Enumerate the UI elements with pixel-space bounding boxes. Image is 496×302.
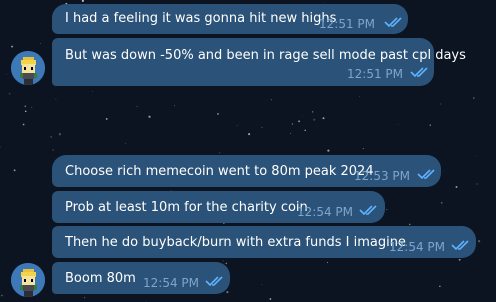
- star: [473, 97, 475, 99]
- message-bubble[interactable]: Choose rich memecoin went to 80m peak 20…: [52, 155, 441, 187]
- star: [302, 115, 303, 117]
- message-time: 12:53 PM: [354, 169, 410, 183]
- star: [50, 135, 53, 138]
- star: [11, 45, 14, 48]
- star: [52, 149, 54, 151]
- message-time: 12:51 PM: [319, 17, 375, 31]
- star: [261, 126, 263, 128]
- star: [458, 258, 461, 261]
- message-time: 12:54 PM: [297, 205, 353, 219]
- star: [397, 124, 399, 125]
- message-text: I had a feeling it was gonna hit new hig…: [65, 11, 337, 26]
- double-check-icon: [205, 276, 223, 287]
- star: [441, 202, 443, 204]
- star: [290, 132, 291, 134]
- star: [105, 117, 108, 120]
- star: [92, 91, 93, 93]
- star: [304, 129, 306, 132]
- message-time: 12:51 PM: [347, 67, 403, 81]
- star: [455, 185, 458, 189]
- message-text: Boom 80m: [65, 271, 136, 286]
- star: [31, 106, 33, 108]
- star: [174, 105, 175, 107]
- star: [236, 124, 238, 126]
- star: [475, 155, 477, 156]
- double-check-icon: [384, 17, 402, 28]
- pixel-character-avatar-icon[interactable]: [11, 263, 45, 297]
- star: [313, 118, 316, 121]
- star: [429, 124, 431, 126]
- message-time: 12:54 PM: [389, 240, 445, 254]
- star: [362, 148, 364, 150]
- star: [312, 111, 314, 113]
- message-time: 12:54 PM: [143, 276, 199, 290]
- message-bubble[interactable]: Then he do buyback/burn with extra funds…: [52, 226, 476, 258]
- star: [40, 42, 41, 44]
- star: [1, 294, 3, 297]
- star: [477, 240, 481, 243]
- star: [226, 291, 229, 294]
- star: [58, 133, 62, 136]
- double-check-icon: [451, 240, 469, 251]
- star: [13, 169, 16, 172]
- star: [217, 113, 219, 115]
- star: [136, 105, 138, 108]
- star: [148, 115, 151, 118]
- star: [386, 208, 388, 210]
- star: [408, 223, 411, 226]
- star: [83, 297, 86, 299]
- star: [225, 262, 228, 265]
- double-check-icon: [359, 205, 377, 216]
- message-text: Choose rich memecoin went to 80m peak 20…: [65, 164, 374, 179]
- star: [6, 73, 8, 75]
- star: [219, 152, 221, 154]
- star: [327, 149, 330, 152]
- message-bubble[interactable]: Boom 80m 12:54 PM: [52, 262, 230, 294]
- star: [125, 142, 127, 144]
- pixel-character-avatar-icon[interactable]: [11, 51, 45, 85]
- star: [248, 133, 251, 136]
- star: [22, 123, 25, 126]
- message-bubble[interactable]: Prob at least 10m for the charity coin 1…: [52, 191, 385, 223]
- star: [440, 103, 442, 105]
- star: [443, 171, 444, 173]
- double-check-icon: [417, 169, 435, 180]
- star: [476, 183, 478, 185]
- star: [55, 98, 57, 100]
- star: [298, 120, 301, 123]
- message-bubble[interactable]: I had a feeling it was gonna hit new hig…: [52, 4, 408, 34]
- star: [359, 96, 360, 97]
- message-text: Prob at least 10m for the charity coin: [65, 200, 308, 215]
- message-text: Then he do buyback/burn with extra funds…: [65, 235, 406, 250]
- star: [270, 99, 272, 101]
- star: [24, 110, 27, 113]
- star: [326, 262, 329, 264]
- star: [8, 92, 11, 95]
- star: [439, 285, 441, 287]
- message-bubble[interactable]: But was down -50% and been in rage sell …: [52, 38, 466, 86]
- double-check-icon: [410, 67, 428, 78]
- star: [324, 1, 325, 3]
- star: [269, 298, 272, 300]
- star: [322, 117, 325, 120]
- star: [291, 123, 293, 125]
- star: [222, 260, 224, 262]
- star: [24, 105, 26, 107]
- star: [261, 284, 263, 286]
- message-text: But was down -50% and been in rage sell …: [65, 48, 466, 63]
